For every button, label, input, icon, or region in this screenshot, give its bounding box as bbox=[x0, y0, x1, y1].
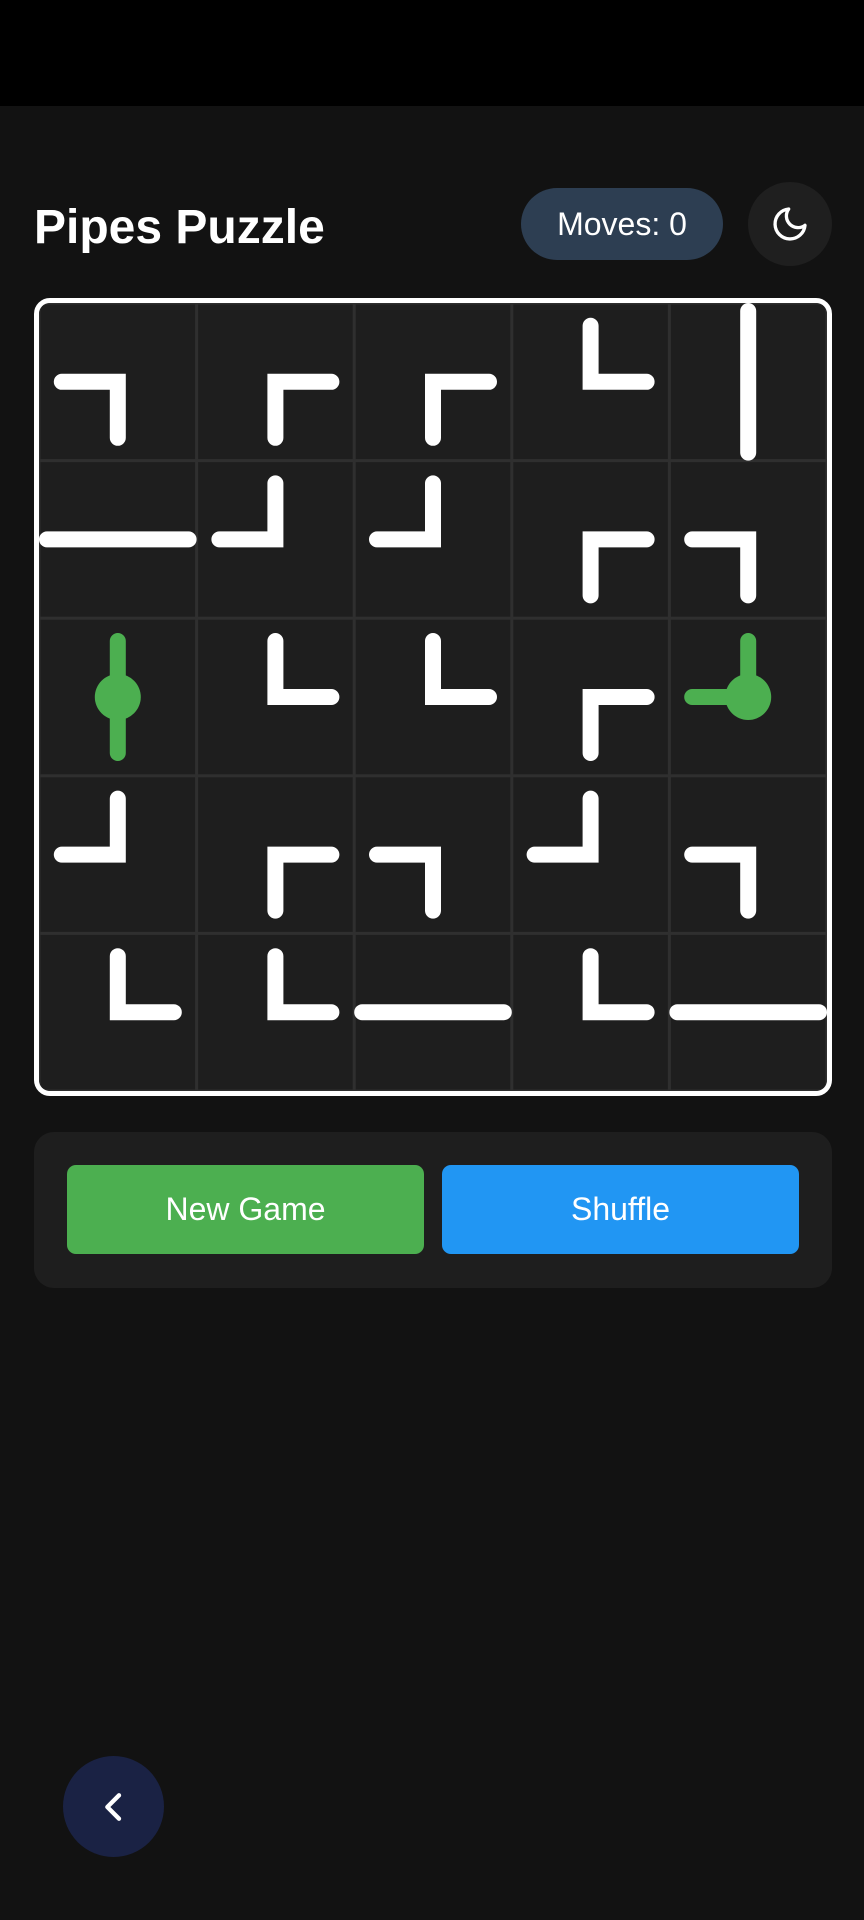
pipe-tile-r3-c1[interactable] bbox=[40, 619, 196, 775]
header: Pipes Puzzle Moves: 0 bbox=[34, 182, 832, 270]
pipe-tile-r2-c4[interactable] bbox=[513, 462, 668, 617]
pipe-tile-r3-c3[interactable] bbox=[355, 619, 511, 775]
status-bar bbox=[0, 0, 864, 106]
pipe-tile-r1-c3[interactable] bbox=[355, 304, 511, 460]
pipe-tile-r2-c2[interactable] bbox=[198, 462, 353, 617]
new-game-button[interactable]: New Game bbox=[67, 1165, 424, 1254]
pipe-tile-r2-c5[interactable] bbox=[670, 462, 826, 617]
pipe-tile-r4-c2[interactable] bbox=[198, 777, 353, 932]
source-node bbox=[94, 674, 141, 720]
page-title: Pipes Puzzle bbox=[34, 201, 325, 254]
puzzle-board bbox=[34, 298, 832, 1096]
source-node bbox=[725, 674, 772, 720]
pipe-tile-r4-c1[interactable] bbox=[40, 777, 196, 932]
pipe-tile-r3-c4[interactable] bbox=[513, 619, 668, 775]
shuffle-button[interactable]: Shuffle bbox=[442, 1165, 799, 1254]
pipe-tile-r4-c5[interactable] bbox=[670, 777, 826, 932]
moves-counter: Moves: 0 bbox=[521, 188, 723, 260]
pipe-tile-r4-c4[interactable] bbox=[513, 777, 668, 932]
pipe-tile-r2-c3[interactable] bbox=[355, 462, 511, 617]
pipe-tile-r5-c1[interactable] bbox=[40, 934, 196, 1090]
pipe-tile-r5-c2[interactable] bbox=[198, 934, 353, 1090]
back-button[interactable] bbox=[63, 1756, 164, 1857]
moon-icon bbox=[773, 207, 807, 241]
pipe-tile-r1-c5[interactable] bbox=[670, 303, 826, 461]
pipe-tile-r1-c1[interactable] bbox=[40, 304, 196, 460]
controls-panel: New Game Shuffle bbox=[34, 1132, 832, 1288]
pipe-tile-r1-c2[interactable] bbox=[198, 304, 353, 460]
pipe-tile-r2-c1[interactable] bbox=[39, 462, 197, 617]
pipe-tile-r3-c5[interactable] bbox=[670, 619, 826, 775]
puzzle-grid bbox=[39, 303, 827, 1091]
pipe-tile-r1-c4[interactable] bbox=[513, 304, 668, 460]
chevron-left-icon bbox=[104, 1792, 121, 1821]
pipe-tile-r5-c5[interactable] bbox=[669, 934, 827, 1090]
pipe-tile-r4-c3[interactable] bbox=[355, 777, 511, 932]
pipe-tile-r5-c4[interactable] bbox=[513, 934, 668, 1090]
pipe-tile-r5-c3[interactable] bbox=[354, 934, 512, 1090]
theme-toggle-button[interactable] bbox=[748, 182, 832, 266]
pipe-tile-r3-c2[interactable] bbox=[198, 619, 353, 775]
